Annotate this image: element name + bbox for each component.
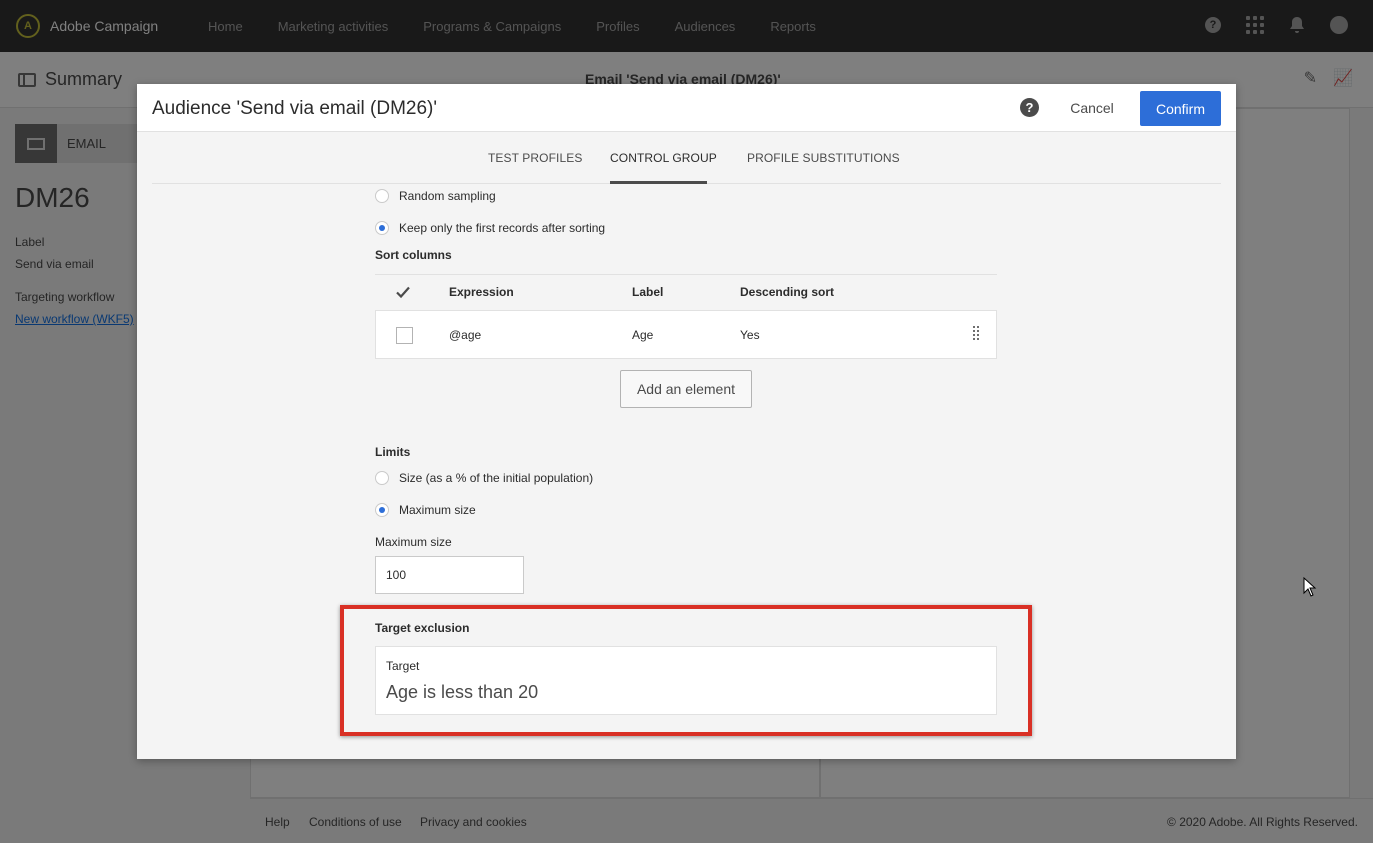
radio-label: Random sampling [399, 189, 496, 203]
tab-profile-substitutions[interactable]: PROFILE SUBSTITUTIONS [747, 151, 900, 165]
radio-button[interactable] [375, 471, 389, 485]
row-checkbox[interactable] [396, 327, 413, 344]
audience-dialog: Audience 'Send via email (DM26)' ? Cance… [137, 84, 1236, 759]
radio-maximum-size[interactable]: Maximum size [375, 503, 476, 517]
radio-button[interactable] [375, 189, 389, 203]
dialog-title: Audience 'Send via email (DM26)' [152, 98, 437, 119]
radio-label: Keep only the first records after sortin… [399, 221, 606, 235]
radio-label: Maximum size [399, 503, 476, 517]
maximum-size-input[interactable] [375, 556, 524, 594]
column-expression: Expression [449, 285, 514, 299]
table-row[interactable]: @age Age Yes [375, 310, 997, 359]
maximum-size-label: Maximum size [375, 535, 452, 549]
column-label: Label [632, 285, 664, 299]
radio-random-sampling[interactable]: Random sampling [375, 189, 496, 203]
cell-expression: @age [449, 328, 482, 342]
cell-descending: Yes [740, 328, 760, 342]
target-exclusion-highlight [340, 605, 1032, 736]
select-all-check-icon[interactable] [395, 284, 411, 300]
active-tab-indicator [610, 181, 707, 184]
radio-label: Size (as a % of the initial population) [399, 471, 594, 485]
confirm-button[interactable]: Confirm [1140, 91, 1221, 126]
column-descending-sort: Descending sort [740, 285, 835, 299]
dialog-header: Audience 'Send via email (DM26)' ? Cance… [137, 84, 1236, 132]
limits-heading: Limits [375, 445, 411, 459]
sort-columns-header: Expression Label Descending sort [375, 274, 997, 309]
radio-keep-first-records[interactable]: Keep only the first records after sortin… [375, 221, 605, 235]
dialog-tabs: TEST PROFILES CONTROL GROUP PROFILE SUBS… [152, 133, 1221, 184]
radio-size-percent[interactable]: Size (as a % of the initial population) [375, 471, 593, 485]
radio-button-selected[interactable] [375, 503, 389, 517]
tab-test-profiles[interactable]: TEST PROFILES [488, 151, 582, 165]
radio-button-selected[interactable] [375, 221, 389, 235]
drag-handle-icon[interactable] [973, 326, 979, 340]
cell-label: Age [632, 328, 654, 342]
add-element-button[interactable]: Add an element [620, 370, 752, 408]
cancel-button[interactable]: Cancel [1058, 91, 1126, 125]
sort-columns-heading: Sort columns [375, 248, 452, 262]
mouse-cursor-icon [1303, 577, 1317, 597]
dialog-help-icon[interactable]: ? [1020, 98, 1039, 117]
tab-control-group[interactable]: CONTROL GROUP [610, 151, 717, 165]
